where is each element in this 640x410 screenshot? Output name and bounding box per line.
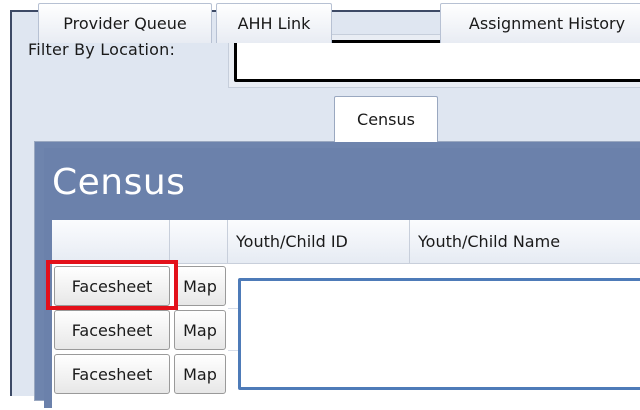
facesheet-button-label: Facesheet [71, 364, 153, 384]
redacted-data-box [238, 278, 640, 390]
column-header-facesheet [52, 220, 170, 264]
column-header-label: Youth/Child ID [236, 232, 348, 251]
tab-label: AHH Link [237, 14, 311, 33]
map-button-label: Map [183, 364, 217, 384]
map-button[interactable]: Map [174, 266, 226, 306]
row-divider [228, 308, 238, 309]
map-button[interactable]: Map [174, 310, 226, 350]
row-divider [228, 350, 238, 351]
filter-location-input[interactable] [234, 40, 640, 82]
tab-ahh-link[interactable]: AHH Link [216, 3, 332, 43]
tab-label: Provider Queue [63, 14, 187, 33]
column-header-label: Youth/Child Name [418, 232, 561, 251]
column-header-youth-child-id[interactable]: Youth/Child ID [228, 220, 410, 264]
facesheet-highlight-box [46, 260, 178, 310]
tab-provider-queue[interactable]: Provider Queue [38, 3, 212, 43]
map-button-label: Map [183, 320, 217, 340]
facesheet-button[interactable]: Facesheet [54, 310, 170, 350]
map-button-label: Map [183, 276, 217, 296]
tab-label: Census [357, 110, 415, 129]
column-header-youth-child-name[interactable]: Youth/Child Name [410, 220, 640, 264]
panel-title: Census [52, 162, 186, 203]
tab-label: Assignment History [468, 14, 626, 33]
map-button[interactable]: Map [174, 354, 226, 394]
facesheet-button-label: Facesheet [71, 320, 153, 340]
facesheet-button[interactable]: Facesheet [54, 354, 170, 394]
tab-census[interactable]: Census [334, 96, 438, 142]
column-header-map [170, 220, 228, 264]
tab-assignment-history[interactable]: Assignment History [440, 3, 640, 43]
